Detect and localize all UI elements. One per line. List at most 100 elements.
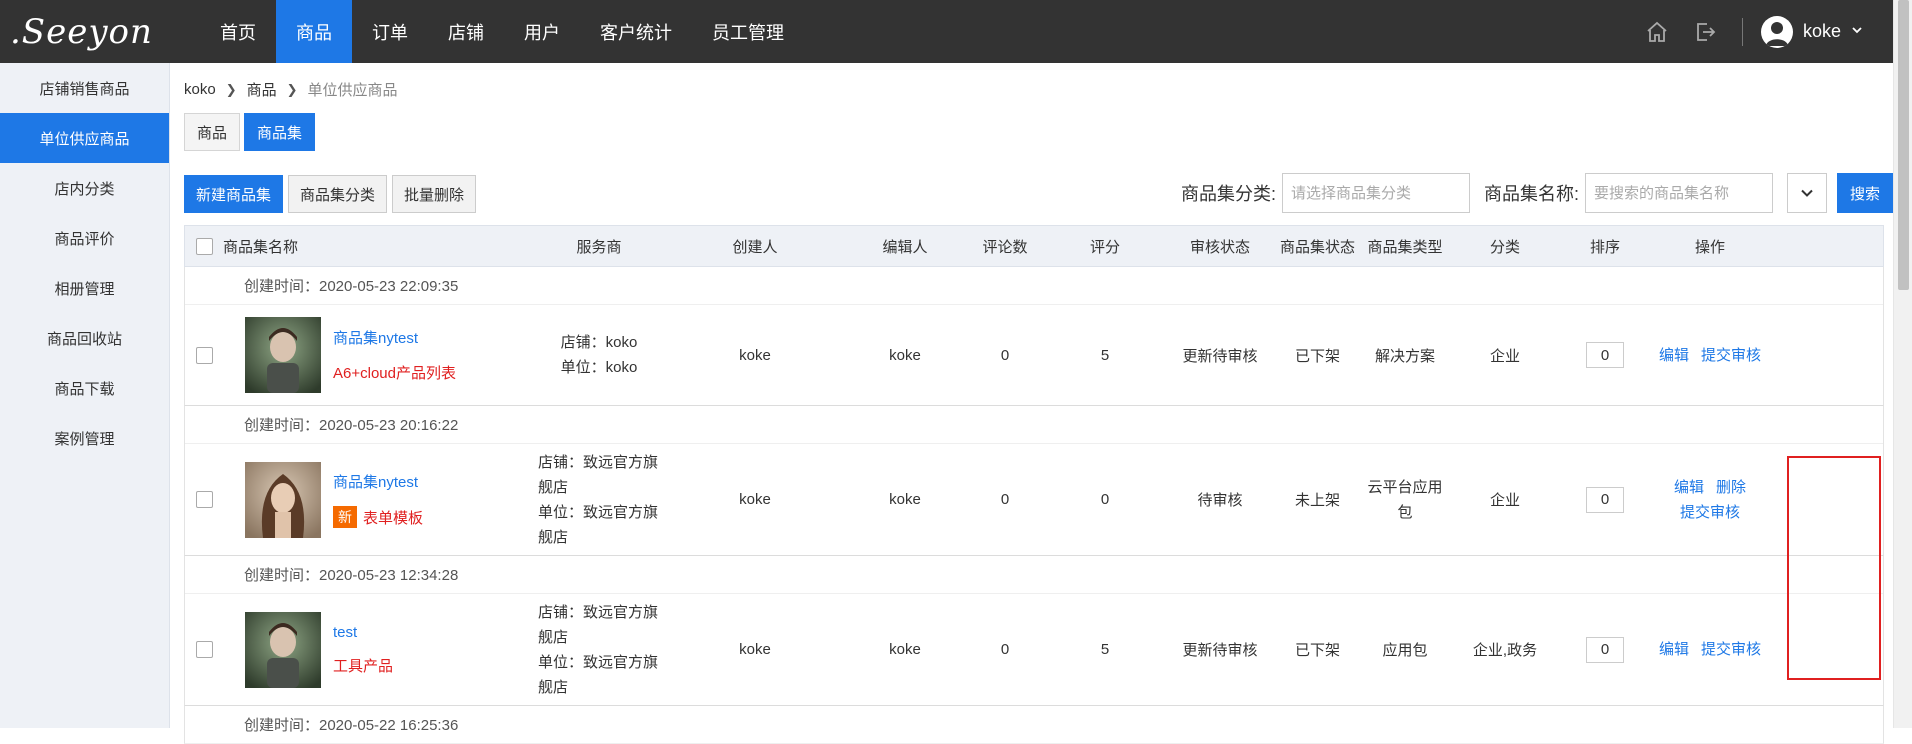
scrollbar-thumb[interactable] <box>1898 0 1909 290</box>
user-avatar-icon[interactable] <box>1760 15 1793 48</box>
new-badge: 新 <box>333 506 357 528</box>
header-ops: 操作 <box>1694 238 1725 256</box>
comments-cell: 0 <box>1000 491 1010 508</box>
sort-input[interactable]: 0 <box>1586 486 1624 513</box>
nav-products[interactable]: 商品 <box>276 0 352 63</box>
select-all-checkbox[interactable] <box>195 237 213 255</box>
nav-orders[interactable]: 订单 <box>352 0 428 63</box>
created-time: 创建时间：2020-05-23 22:09:35 <box>185 267 1883 305</box>
table-row: 创建时间：2020-05-23 22:09:35 商品集nytest A6+cl… <box>184 267 1884 406</box>
tab-products[interactable]: 商品 <box>184 113 241 151</box>
editor-cell: koke <box>889 491 921 508</box>
edit-link[interactable]: 编辑 <box>1659 343 1689 368</box>
comments-cell: 0 <box>1000 346 1010 364</box>
search-button[interactable]: 搜索 <box>1836 173 1893 213</box>
product-set-tag: 工具产品 <box>333 657 394 675</box>
sidebar-item-unit-supply[interactable]: 单位供应商品 <box>0 113 169 163</box>
chevron-right-icon: ❯ <box>286 81 298 97</box>
breadcrumb-root[interactable]: koko <box>184 81 216 98</box>
product-set-name-link[interactable]: 商品集nytest <box>333 327 456 348</box>
nav-home[interactable]: 首页 <box>200 0 276 63</box>
set-type-cell: 云平台应用包 <box>1367 478 1443 521</box>
category-filter-input[interactable] <box>1281 173 1470 213</box>
page-scrollbar[interactable] <box>1893 0 1912 728</box>
row-checkbox[interactable] <box>195 491 213 508</box>
sidebar-item-download[interactable]: 商品下载 <box>0 363 169 413</box>
product-thumbnail[interactable] <box>245 611 321 688</box>
name-filter-label: 商品集名称: <box>1483 184 1579 204</box>
product-thumbnail[interactable] <box>245 317 321 393</box>
advanced-filter-toggle[interactable] <box>1786 173 1827 213</box>
sort-input[interactable]: 0 <box>1586 636 1624 663</box>
sidebar-item-albums[interactable]: 相册管理 <box>0 263 169 313</box>
logout-icon[interactable] <box>1690 17 1720 47</box>
nav-shops[interactable]: 店铺 <box>428 0 504 63</box>
header-name: 商品集名称 <box>223 238 299 256</box>
created-time: 创建时间：2020-05-22 16:25:36 <box>184 706 1884 744</box>
created-time: 创建时间：2020-05-23 20:16:22 <box>185 406 1883 444</box>
row-checkbox[interactable] <box>195 641 213 658</box>
sidebar-item-reviews[interactable]: 商品评价 <box>0 213 169 263</box>
product-thumbnail[interactable] <box>245 461 321 538</box>
edit-link[interactable]: 编辑 <box>1659 637 1689 662</box>
breadcrumb-products[interactable]: 商品 <box>247 79 277 100</box>
new-product-set-button[interactable]: 新建商品集 <box>184 175 284 213</box>
submit-review-link[interactable]: 提交审核 <box>1680 500 1740 525</box>
set-state-cell: 已下架 <box>1294 642 1340 659</box>
header-category: 分类 <box>1489 238 1520 256</box>
product-set-name-link[interactable]: 商品集nytest <box>333 471 423 492</box>
submit-review-link[interactable]: 提交审核 <box>1701 637 1761 662</box>
service-provider: 店铺：koko 单位：koko <box>560 334 638 376</box>
sidebar-item-shop-category[interactable]: 店内分类 <box>0 163 169 213</box>
chevron-down-icon[interactable] <box>1851 23 1863 40</box>
product-set-name-link[interactable]: test <box>333 624 393 641</box>
row-checkbox[interactable] <box>195 346 213 364</box>
main-nav: 首页 商品 订单 店铺 用户 客户统计 员工管理 <box>200 0 804 63</box>
creator-cell: koke <box>739 641 771 658</box>
seeyon-logo[interactable]: .Seeyon <box>0 0 170 63</box>
set-state-cell: 未上架 <box>1294 492 1340 509</box>
user-name[interactable]: koke <box>1803 21 1841 42</box>
header-sort: 排序 <box>1589 238 1620 256</box>
sidebar-item-shop-sales[interactable]: 店铺销售商品 <box>0 63 169 113</box>
home-icon[interactable] <box>1642 17 1672 47</box>
score-cell: 5 <box>1100 346 1110 364</box>
product-set-category-button[interactable]: 商品集分类 <box>288 175 388 213</box>
batch-delete-button[interactable]: 批量删除 <box>392 175 477 213</box>
nav-staff[interactable]: 员工管理 <box>692 0 804 63</box>
header-score: 评分 <box>1089 238 1120 256</box>
set-state-cell: 已下架 <box>1294 347 1340 365</box>
divider <box>1741 17 1743 46</box>
row-actions: 编辑 提交审核 <box>1653 637 1767 662</box>
tab-product-sets[interactable]: 商品集 <box>244 113 316 151</box>
category-cell: 企业 <box>1489 347 1520 365</box>
delete-link[interactable]: 删除 <box>1716 475 1746 500</box>
sidebar-item-cases[interactable]: 案例管理 <box>0 413 169 463</box>
service-provider: 店铺：致远官方旗舰店 单位：致远官方旗舰店 <box>538 603 659 696</box>
sub-tabs: 商品 商品集 <box>184 113 319 151</box>
category-cell: 企业 <box>1489 492 1520 509</box>
product-set-table: 商品集名称 服务商 创建人 编辑人 评论数 评分 审核状态 商品集状态 商品集类… <box>184 225 1884 744</box>
header-type: 商品集类型 <box>1367 238 1443 256</box>
product-set-tag: A6+cloud产品列表 <box>333 365 456 382</box>
edit-link[interactable]: 编辑 <box>1674 475 1704 500</box>
comments-cell: 0 <box>1000 641 1010 658</box>
creator-cell: koke <box>739 491 771 508</box>
audit-status-cell: 更新待审核 <box>1182 642 1258 659</box>
category-cell: 企业,政务 <box>1472 642 1538 659</box>
nav-users[interactable]: 用户 <box>504 0 580 63</box>
breadcrumb: koko ❯ 商品 ❯ 单位供应商品 <box>184 79 398 100</box>
nav-customer-stats[interactable]: 客户统计 <box>580 0 692 63</box>
category-filter-label: 商品集分类: <box>1180 184 1276 204</box>
row-actions: 编辑 提交审核 <box>1653 343 1767 368</box>
chevron-down-icon <box>1801 189 1813 197</box>
editor-cell: koke <box>889 346 921 364</box>
name-search-input[interactable] <box>1584 173 1773 213</box>
table-header: 商品集名称 服务商 创建人 编辑人 评论数 评分 审核状态 商品集状态 商品集类… <box>184 225 1884 267</box>
sort-input[interactable]: 0 <box>1586 342 1624 368</box>
submit-review-link[interactable]: 提交审核 <box>1701 343 1761 368</box>
audit-status-cell: 更新待审核 <box>1182 347 1258 365</box>
sidebar-item-recycle[interactable]: 商品回收站 <box>0 313 169 363</box>
service-provider: 店铺：致远官方旗舰店 单位：致远官方旗舰店 <box>538 453 659 546</box>
header-editor: 编辑人 <box>882 238 928 256</box>
